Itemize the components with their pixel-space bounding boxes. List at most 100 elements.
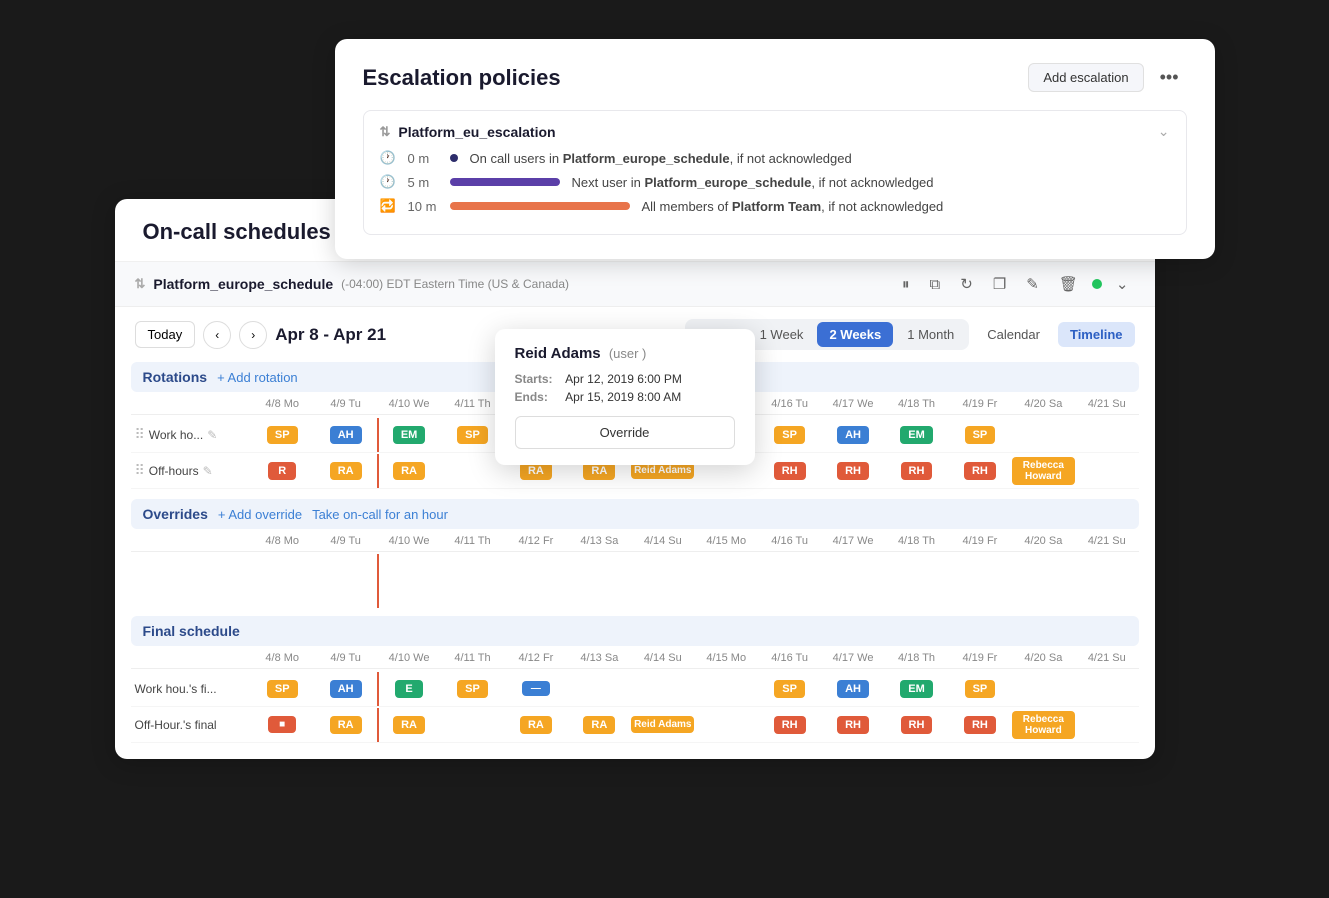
delete-btn[interactable]: 🗑 [1053, 272, 1084, 296]
col-header-13: 4/21 Su [1075, 398, 1138, 410]
col-header-0: 4/8 Mo [251, 398, 314, 410]
off-hours-final-row: Off-Hour.'s final ■ RA RA RA RA Reid Ada… [131, 707, 1139, 743]
clone-btn[interactable]: ❐ [987, 272, 1012, 296]
badge-rh-8: RH [774, 462, 806, 480]
edit-icon-wh[interactable]: ✎ [207, 428, 217, 442]
of-cell-10: RH [885, 708, 948, 742]
policy-name-row: ⇅ Platform_eu_escalation ⌄ [380, 123, 1170, 140]
ov-col-3: 4/11 Th [441, 535, 504, 547]
badge-rebeccah-of-12: Rebecca Howard [1012, 711, 1075, 739]
wh-cell-10: EM [885, 418, 948, 452]
schedule-name-text: Platform_europe_schedule [153, 276, 333, 292]
badge-r-0: R [268, 462, 296, 480]
wf-cell-10: EM [885, 672, 948, 706]
expand-btn[interactable]: ⌄ [1110, 272, 1135, 296]
final-schedule-section-header: Final schedule [131, 616, 1139, 646]
col-header-12: 4/20 Sa [1012, 398, 1075, 410]
next-button[interactable]: › [239, 321, 267, 349]
overrides-grid: 4/8 Mo 4/9 Tu 4/10 We 4/11 Th 4/12 Fr 4/… [131, 535, 1139, 608]
of-cell-3 [441, 708, 504, 742]
refresh-btn[interactable]: ↻ [954, 272, 979, 296]
overrides-label: Overrides [143, 506, 208, 522]
wf-cell-6 [631, 672, 694, 706]
badge-rh-of-9: RH [837, 716, 869, 734]
timeline-view-btn[interactable]: Timeline [1058, 322, 1135, 347]
add-escalation-button[interactable]: Add escalation [1028, 63, 1143, 92]
view-1month[interactable]: 1 Month [895, 322, 966, 347]
fs-col-13: 4/21 Su [1075, 652, 1138, 664]
wh-cell-1: AH [314, 418, 377, 452]
calendar-view-btn[interactable]: Calendar [975, 322, 1052, 347]
fs-col-0: 4/8 Mo [251, 652, 314, 664]
add-override-link[interactable]: + Add override [218, 507, 302, 522]
tooltip-user-name: Reid Adams [515, 345, 601, 362]
prev-button[interactable]: ‹ [203, 321, 231, 349]
oh-cell-8: RH [758, 454, 821, 488]
today-line-of [377, 708, 379, 742]
today-line-oh [377, 454, 379, 488]
escalation-policy-row: ⇅ Platform_eu_escalation ⌄ 🕐 0 m On call… [363, 110, 1187, 235]
badge-sp-wf-3: SP [457, 680, 488, 698]
overrides-cal-header: 4/8 Mo 4/9 Tu 4/10 We 4/11 Th 4/12 Fr 4/… [131, 535, 1139, 552]
escalation-more-button[interactable]: ••• [1152, 63, 1187, 92]
fs-col-9: 4/17 We [821, 652, 884, 664]
view-1week[interactable]: 1 Week [748, 322, 816, 347]
edit-icon-oh[interactable]: ✎ [203, 464, 213, 478]
view-2weeks[interactable]: 2 Weeks [817, 322, 893, 347]
policy-step-3: 🔁 10 m All members of Platform Team, if … [380, 198, 1170, 214]
wf-cell-13 [1075, 672, 1138, 706]
edit-btn[interactable]: ✎ [1020, 272, 1045, 296]
tooltip-user-type: (user ) [609, 346, 647, 361]
tooltip-name: Reid Adams (user ) [515, 345, 735, 362]
take-oncall-link[interactable]: Take on-call for an hour [312, 507, 448, 522]
override-button[interactable]: Override [515, 416, 735, 449]
rotations-label: Rotations [143, 369, 208, 385]
of-cell-4: RA [504, 708, 567, 742]
fs-col-8: 4/16 Tu [758, 652, 821, 664]
overrides-section-header: Overrides + Add override Take on-call fo… [131, 499, 1139, 529]
tooltip-starts-label: Starts: [515, 372, 563, 386]
work-hours-label: ⠿ Work ho... ✎ [131, 426, 251, 443]
add-rotation-link[interactable]: + Add rotation [217, 370, 298, 385]
policy-name-text: Platform_eu_escalation [398, 124, 555, 140]
schedule-name-row: ⇅ Platform_europe_schedule (-04:00) EDT … [135, 276, 570, 292]
col-header-11: 4/19 Fr [948, 398, 1011, 410]
tooltip-ends-label: Ends: [515, 390, 563, 404]
badge-r-of-0: ■ [268, 716, 296, 733]
pause-btn[interactable]: ⏸ [896, 273, 916, 296]
ov-col-11: 4/19 Fr [948, 535, 1011, 547]
of-cell-5: RA [568, 708, 631, 742]
off-hours-text: Off-hours [149, 464, 199, 478]
drag-handle-wh: ⠿ [135, 426, 145, 443]
badge-sp-11: SP [965, 426, 996, 444]
badge-rh-of-10: RH [901, 716, 933, 734]
step-bar-3 [450, 202, 630, 210]
drag-handle-oh: ⠿ [135, 462, 145, 479]
today-line-wf [377, 672, 379, 706]
badge-e-wf-2: E [395, 680, 423, 698]
label-spacer-ov [131, 535, 251, 547]
wf-cell-3: SP [441, 672, 504, 706]
oh-cell-1: RA [314, 454, 377, 488]
label-spacer [131, 398, 251, 410]
badge-ah-wf-1: AH [330, 680, 362, 698]
clock-icon-2: 🕐 [380, 174, 396, 190]
wf-cell-12 [1012, 672, 1075, 706]
wh-cell-11: SP [948, 418, 1011, 452]
wf-cell-4: — [504, 672, 567, 706]
oh-cell-0: R [251, 454, 314, 488]
badge-rh-9: RH [837, 462, 869, 480]
step-text-3: All members of Platform Team, if not ack… [642, 199, 944, 214]
badge-em-10: EM [900, 426, 933, 444]
copy-btn[interactable]: ⧉ [924, 273, 947, 296]
oh-cell-11: RH [948, 454, 1011, 488]
badge-rh-10: RH [901, 462, 933, 480]
today-button[interactable]: Today [135, 321, 196, 348]
fs-col-12: 4/20 Sa [1012, 652, 1075, 664]
of-cell-9: RH [821, 708, 884, 742]
schedule-timezone: (-04:00) EDT Eastern Time (US & Canada) [341, 277, 569, 291]
step-time-2: 5 m [408, 175, 438, 190]
work-hours-final-label: Work hou.'s fi... [131, 682, 251, 696]
badge-rh-of-8: RH [774, 716, 806, 734]
schedule-subheader: ⇅ Platform_europe_schedule (-04:00) EDT … [115, 262, 1155, 307]
